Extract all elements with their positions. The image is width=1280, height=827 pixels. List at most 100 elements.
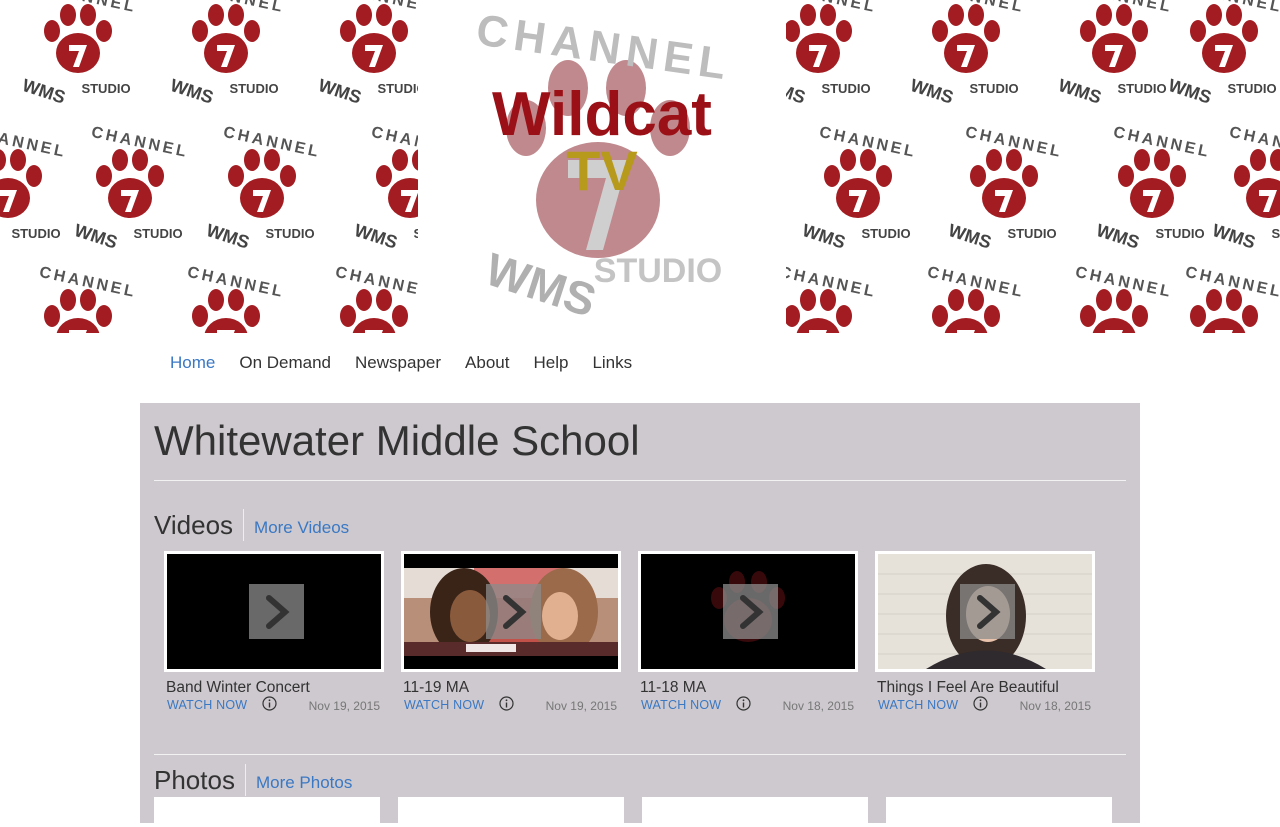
svg-text:STUDIO: STUDIO [1007, 226, 1056, 241]
svg-text:STUDIO: STUDIO [1155, 226, 1204, 241]
photos-title: Photos [154, 764, 246, 796]
svg-text:STUDIO: STUDIO [81, 81, 130, 96]
video-meta: WATCH NOW Nov 18, 2015 [638, 696, 858, 716]
videos-header: Videos More Videos [154, 509, 349, 541]
info-icon[interactable] [499, 696, 514, 711]
photos-header: Photos More Photos [154, 764, 352, 796]
video-list: Band Winter Concert WATCH NOW Nov 19, 20… [164, 551, 1112, 716]
video-date: Nov 18, 2015 [782, 699, 854, 713]
paw-tile-icon: CHANNELWMSSTUDIO [946, 124, 1065, 253]
play-icon[interactable] [249, 584, 304, 639]
paw-tile-icon: CHANNELWMSSTUDIO [1074, 264, 1174, 333]
more-photos-link[interactable]: More Photos [256, 770, 352, 796]
video-thumbnail[interactable] [875, 551, 1095, 672]
nav-item-about[interactable]: About [453, 351, 521, 377]
watch-now-link[interactable]: WATCH NOW [878, 698, 958, 712]
content-panel: Whitewater Middle School Videos More Vid… [140, 403, 1140, 827]
nav-item-links[interactable]: Links [580, 351, 644, 377]
logo-channel-text: CHANNEL [473, 5, 734, 89]
photo-thumbnail[interactable] [886, 797, 1112, 827]
video-meta: WATCH NOW Nov 19, 2015 [401, 696, 621, 716]
svg-text:STUDIO: STUDIO [1271, 226, 1280, 241]
video-title[interactable]: 11-18 MA [638, 678, 858, 698]
svg-text:WMS: WMS [204, 220, 252, 253]
paw-tile-icon: CHANNELWMSSTUDIO [204, 124, 323, 253]
svg-text:STUDIO: STUDIO [265, 226, 314, 241]
watch-now-link[interactable]: WATCH NOW [641, 698, 721, 712]
paw-tile-icon: CHANNELWMSSTUDIO [38, 264, 138, 333]
video-title[interactable]: Band Winter Concert [164, 678, 384, 698]
paw-tile-icon: CHANNELWMSSTUDIO [334, 264, 434, 333]
svg-text:STUDIO: STUDIO [11, 226, 60, 241]
paw-tile-icon: CHANNELWMSSTUDIO [0, 124, 68, 241]
video-date: Nov 18, 2015 [1019, 699, 1091, 713]
photo-thumbnail[interactable] [154, 797, 380, 827]
video-thumbnail[interactable] [638, 551, 858, 672]
svg-text:WMS: WMS [946, 220, 994, 253]
logo-studio-text: STUDIO [594, 252, 722, 290]
svg-text:WMS: WMS [352, 220, 400, 253]
title-divider [154, 480, 1126, 481]
photo-list [154, 797, 1130, 827]
video-card: 11-19 MA WATCH NOW Nov 19, 2015 [401, 551, 621, 716]
photo-thumbnail[interactable] [398, 797, 624, 827]
header-banner: CHANNELWMSSTUDIOCHANNELWMSSTUDIOCHANNELW… [0, 0, 1280, 333]
paw-tile-icon: CHANNELWMSSTUDIO [316, 0, 435, 108]
svg-text:STUDIO: STUDIO [133, 226, 182, 241]
video-date: Nov 19, 2015 [308, 699, 380, 713]
page-title: Whitewater Middle School [154, 417, 640, 464]
paw-tile-icon: CHANNELWMSSTUDIO [1056, 0, 1175, 108]
video-title[interactable]: Things I Feel Are Beautiful [875, 678, 1095, 698]
watch-now-link[interactable]: WATCH NOW [167, 698, 247, 712]
paw-tile-icon: CHANNELWMSSTUDIO [186, 264, 286, 333]
nav-item-newspaper[interactable]: Newspaper [343, 351, 453, 377]
svg-text:WMS: WMS [168, 75, 216, 108]
nav-item-help[interactable]: Help [521, 351, 580, 377]
paw-tile-icon: CHANNELWMSSTUDIO [1184, 264, 1280, 333]
svg-text:WMS: WMS [800, 220, 848, 253]
video-meta: WATCH NOW Nov 18, 2015 [875, 696, 1095, 716]
video-title[interactable]: 11-19 MA [401, 678, 621, 698]
svg-text:STUDIO: STUDIO [229, 81, 278, 96]
svg-text:WMS: WMS [908, 75, 956, 108]
video-card: 11-18 MA WATCH NOW Nov 18, 2015 [638, 551, 858, 716]
more-videos-link[interactable]: More Videos [254, 515, 349, 541]
svg-text:WMS: WMS [1056, 75, 1104, 108]
paw-tile-icon: CHANNELWMSSTUDIO [1094, 124, 1213, 253]
photo-thumbnail[interactable] [642, 797, 868, 827]
nav-item-on-demand[interactable]: On Demand [227, 351, 343, 377]
svg-text:STUDIO: STUDIO [821, 81, 870, 96]
svg-text:WMS: WMS [1210, 220, 1258, 253]
video-date: Nov 19, 2015 [545, 699, 617, 713]
info-icon[interactable] [973, 696, 988, 711]
svg-text:WMS: WMS [1166, 75, 1214, 108]
play-icon[interactable] [723, 584, 778, 639]
paw-tile-icon: CHANNELWMSSTUDIO [168, 0, 287, 108]
info-icon[interactable] [736, 696, 751, 711]
video-card: Band Winter Concert WATCH NOW Nov 19, 20… [164, 551, 384, 716]
svg-text:STUDIO: STUDIO [1227, 81, 1276, 96]
svg-text:STUDIO: STUDIO [861, 226, 910, 241]
video-meta: WATCH NOW Nov 19, 2015 [164, 696, 384, 716]
paw-tile-icon: CHANNELWMSSTUDIO [1166, 0, 1280, 108]
info-icon[interactable] [262, 696, 277, 711]
paw-tile-icon: CHANNELWMSSTUDIO [20, 0, 139, 108]
svg-text:STUDIO: STUDIO [969, 81, 1018, 96]
play-icon[interactable] [486, 584, 541, 639]
paw-tile-icon: CHANNELWMSSTUDIO [800, 124, 919, 253]
watch-now-link[interactable]: WATCH NOW [404, 698, 484, 712]
videos-divider [154, 754, 1126, 755]
paw-tile-icon: CHANNELWMSSTUDIO [72, 124, 191, 253]
wildcat-tv-logo: CHANNEL Wildcat TV WMS STUDIO [418, 0, 786, 333]
svg-text:STUDIO: STUDIO [1117, 81, 1166, 96]
logo-subtitle: TV [566, 139, 638, 202]
videos-title: Videos [154, 509, 245, 541]
nav-item-home[interactable]: Home [158, 351, 227, 377]
paw-tile-icon: CHANNELWMSSTUDIO [926, 264, 1026, 333]
video-thumbnail[interactable] [164, 551, 384, 672]
paw-tile-icon: CHANNELWMSSTUDIO [1210, 124, 1280, 253]
paw-tile-icon: CHANNELWMSSTUDIO [908, 0, 1027, 108]
play-icon[interactable] [960, 584, 1015, 639]
video-card: Things I Feel Are Beautiful WATCH NOW No… [875, 551, 1095, 716]
video-thumbnail[interactable] [401, 551, 621, 672]
